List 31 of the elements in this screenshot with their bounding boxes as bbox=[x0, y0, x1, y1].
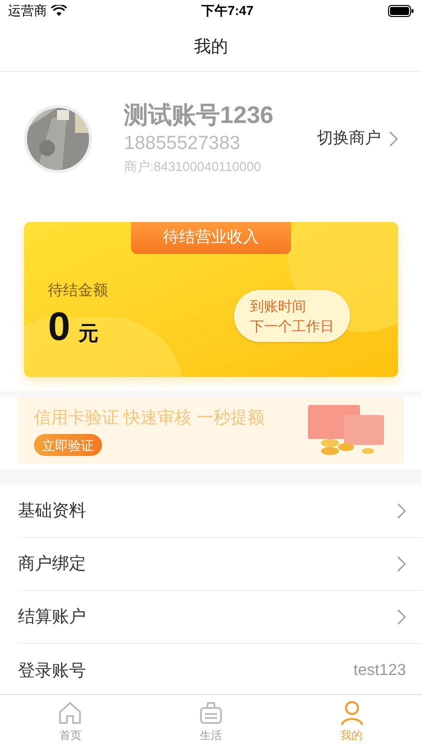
chevron-icon bbox=[389, 130, 398, 146]
menu-row[interactable]: 登录账号 test123 bbox=[18, 644, 422, 697]
user-icon bbox=[338, 700, 365, 726]
menu-value: test123 bbox=[354, 660, 406, 680]
phone-number: 18855527383 bbox=[124, 132, 242, 156]
chevron-icon bbox=[397, 609, 406, 625]
menu-label: 登录账号 bbox=[18, 660, 86, 682]
account-name: 测试账号1236 bbox=[124, 100, 274, 130]
amount-value: 0 bbox=[48, 304, 70, 351]
menu-label: 基础资料 bbox=[18, 500, 86, 522]
banner-text: 信用卡验证 快速审核 一秒提额 bbox=[34, 406, 264, 429]
home-icon bbox=[57, 700, 84, 726]
chevron-icon bbox=[397, 556, 406, 572]
amount-label: 待结金额 bbox=[48, 281, 108, 302]
carrier-text: 运营商 bbox=[8, 2, 47, 20]
battery-icon bbox=[388, 5, 414, 17]
merchant-number: 商户:843100040110000 bbox=[124, 158, 262, 176]
menu-row[interactable]: 结算账户 bbox=[18, 591, 422, 644]
menu-label: 商户绑定 bbox=[18, 553, 86, 576]
basket-icon bbox=[198, 700, 224, 726]
arrival-value: 下一个工作日 bbox=[250, 316, 334, 336]
chevron-icon bbox=[397, 503, 406, 519]
page-title: 我的 bbox=[194, 36, 228, 58]
arrival-label: 到账时间 bbox=[250, 296, 307, 316]
menu-label: 结算账户 bbox=[18, 606, 86, 628]
switch-merchant-link[interactable]: 切换商户 bbox=[317, 126, 398, 150]
wifi-icon bbox=[51, 5, 67, 17]
amount-unit: 元 bbox=[78, 322, 98, 347]
menu-row[interactable]: 基础资料 bbox=[18, 485, 422, 538]
menu-row[interactable]: 商户绑定 bbox=[18, 538, 422, 591]
time-text: 下午7:47 bbox=[201, 2, 254, 20]
